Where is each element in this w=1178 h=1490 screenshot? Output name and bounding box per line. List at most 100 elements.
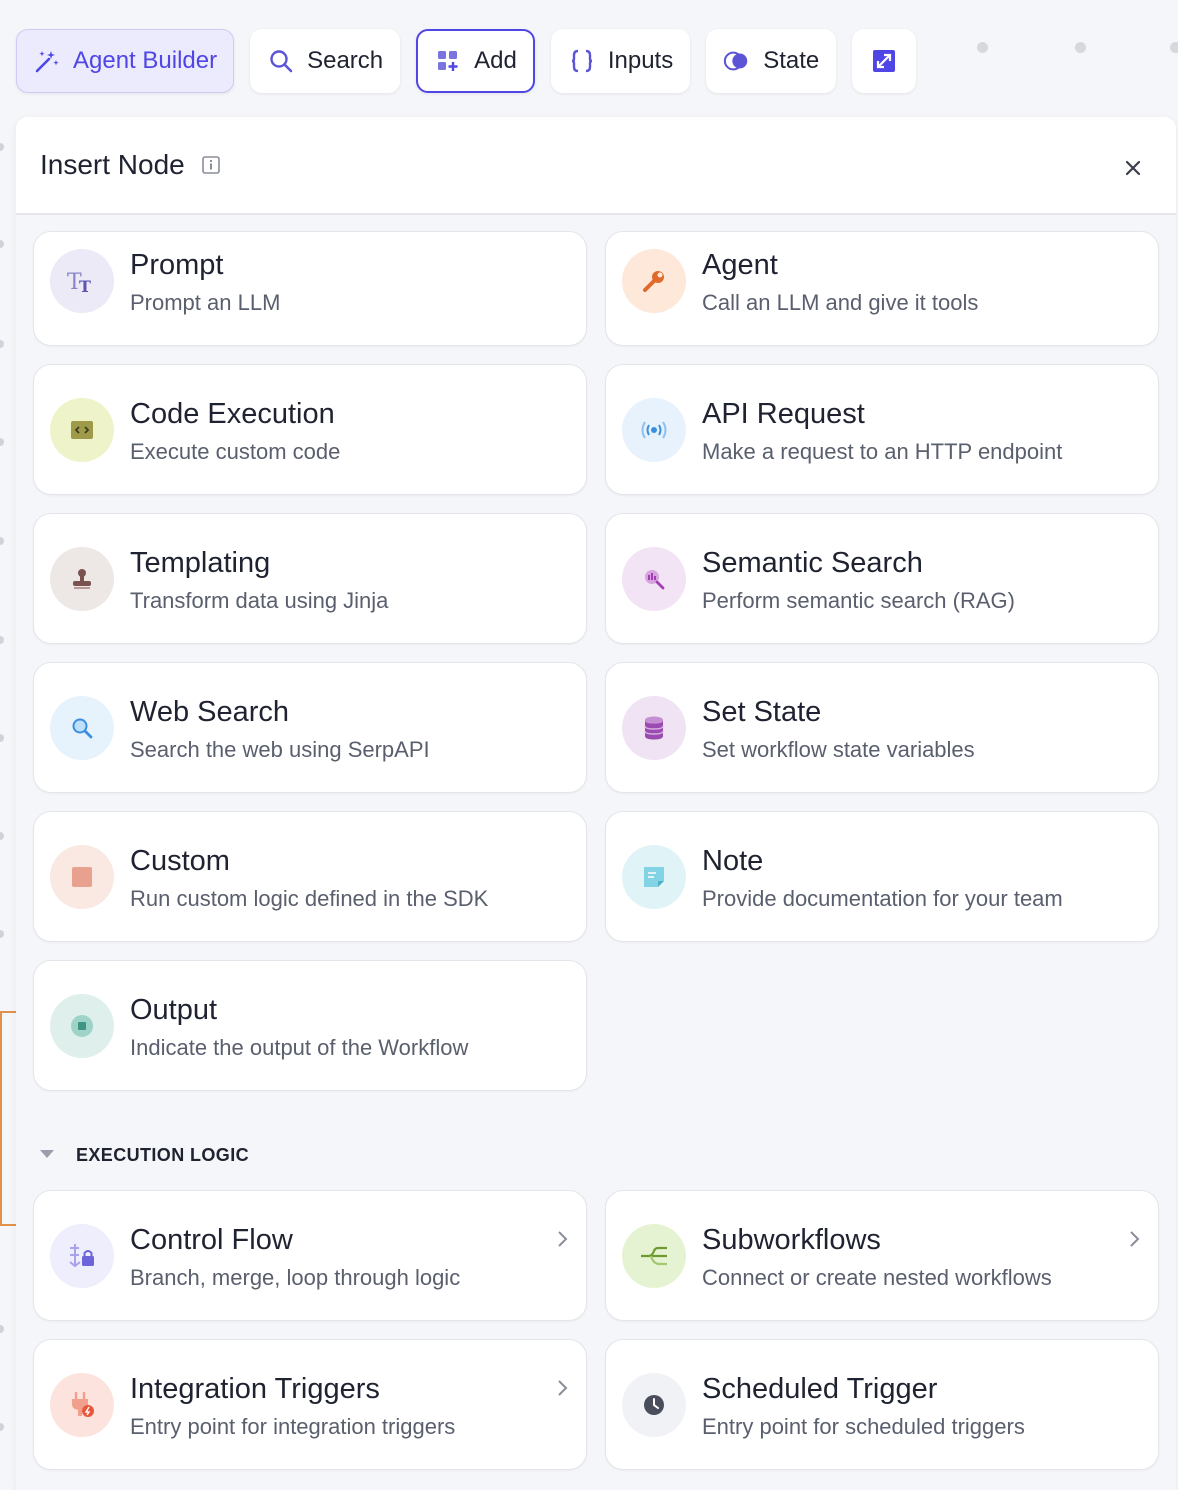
node-name: API Request — [702, 398, 865, 430]
svg-text:T: T — [79, 277, 91, 295]
panel-header: Insert Node — [16, 117, 1176, 215]
canvas-dot — [0, 734, 4, 742]
node-card-note[interactable]: Note Provide documentation for your team — [605, 811, 1159, 942]
canvas-dot — [0, 636, 4, 644]
canvas-dot — [0, 340, 4, 348]
plug-icon — [50, 1373, 114, 1437]
node-card-integration-triggers[interactable]: Integration Triggers Entry point for int… — [33, 1339, 587, 1470]
close-icon[interactable] — [1120, 155, 1146, 181]
node-card-custom[interactable]: Custom Run custom logic defined in the S… — [33, 811, 587, 942]
inputs-label: Inputs — [607, 47, 674, 74]
node-card-api-request[interactable]: API Request Make a request to an HTTP en… — [605, 364, 1159, 495]
node-card-prompt[interactable]: TT Prompt Prompt an LLM — [33, 231, 587, 346]
add-button[interactable]: Add — [416, 29, 535, 93]
node-card-semantic-search[interactable]: Semantic Search Perform semantic search … — [605, 513, 1159, 644]
canvas-dot — [0, 930, 4, 938]
node-card-agent[interactable]: Agent Call an LLM and give it tools — [605, 231, 1159, 346]
wand-sparkle-icon — [33, 47, 61, 75]
canvas-dot — [0, 438, 4, 446]
info-icon[interactable] — [201, 155, 221, 175]
sticky-note-icon — [622, 845, 686, 909]
add-grid-icon — [434, 47, 462, 75]
node-card-code-execution[interactable]: Code Execution Execute custom code — [33, 364, 587, 495]
state-toggle-icon — [723, 47, 751, 75]
node-name: Custom — [130, 845, 230, 877]
node-description: Make a request to an HTTP endpoint — [702, 439, 1063, 464]
agent-builder-label: Agent Builder — [73, 47, 218, 74]
node-card-web-search[interactable]: Web Search Search the web using SerpAPI — [33, 662, 587, 793]
square-icon — [50, 845, 114, 909]
caret-down-icon — [38, 1147, 56, 1165]
node-description: Set workflow state variables — [702, 737, 975, 762]
canvas-dot — [1075, 42, 1086, 53]
branch-lock-icon — [50, 1224, 114, 1288]
agent-builder-button[interactable]: Agent Builder — [16, 29, 235, 93]
node-name: Scheduled Trigger — [702, 1373, 938, 1405]
node-description: Entry point for integration triggers — [130, 1414, 456, 1439]
node-name: Semantic Search — [702, 547, 923, 579]
node-description: Entry point for scheduled triggers — [702, 1414, 1025, 1439]
code-icon — [50, 398, 114, 462]
search-button[interactable]: Search — [250, 29, 401, 93]
search-chart-icon — [622, 547, 686, 611]
canvas-dot — [977, 42, 988, 53]
node-name: Templating — [130, 547, 271, 579]
node-card-set-state[interactable]: Set State Set workflow state variables — [605, 662, 1159, 793]
inputs-button[interactable]: Inputs — [550, 29, 691, 93]
braces-icon — [568, 47, 596, 75]
expand-button[interactable] — [852, 29, 917, 93]
node-name: Subworkflows — [702, 1224, 881, 1256]
section-title: EXECUTION LOGIC — [76, 1145, 250, 1165]
canvas-dot — [0, 1325, 4, 1333]
execution-logic-section-toggle[interactable]: EXECUTION LOGIC — [38, 1145, 249, 1166]
search-icon — [267, 47, 295, 75]
database-icon — [622, 696, 686, 760]
insert-node-panel: Insert Node TT Prompt Prompt an LLM Agen… — [16, 117, 1176, 1490]
node-card-control-flow[interactable]: Control Flow Branch, merge, loop through… — [33, 1190, 587, 1321]
toolbar: Agent Builder Search Add Inputs State — [16, 29, 917, 93]
canvas-edge — [0, 1012, 2, 1226]
stamp-icon — [50, 547, 114, 611]
node-description: Prompt an LLM — [130, 290, 281, 315]
node-name: Prompt — [130, 249, 224, 281]
wrench-icon — [622, 249, 686, 313]
node-name: Set State — [702, 696, 822, 728]
node-description: Call an LLM and give it tools — [702, 290, 979, 315]
execution-logic-grid: Control Flow Branch, merge, loop through… — [33, 1190, 1159, 1470]
node-grid: TT Prompt Prompt an LLM Agent Call an LL… — [33, 231, 1159, 1091]
node-description: Execute custom code — [130, 439, 341, 464]
chevron-right-icon — [558, 1380, 568, 1396]
chevron-right-icon — [1130, 1231, 1140, 1247]
text-format-icon: TT — [50, 249, 114, 313]
subflow-icon — [622, 1224, 686, 1288]
stop-circle-icon — [50, 994, 114, 1058]
broadcast-icon — [622, 398, 686, 462]
node-card-subworkflows[interactable]: Subworkflows Connect or create nested wo… — [605, 1190, 1159, 1321]
node-description: Connect or create nested workflows — [702, 1265, 1052, 1290]
canvas-dot — [0, 240, 4, 248]
search-label: Search — [307, 47, 384, 74]
canvas-dot — [0, 832, 4, 840]
clock-icon — [622, 1373, 686, 1437]
node-card-output[interactable]: Output Indicate the output of the Workfl… — [33, 960, 587, 1091]
node-name: Agent — [702, 249, 778, 281]
node-description: Run custom logic defined in the SDK — [130, 886, 489, 911]
node-description: Provide documentation for your team — [702, 886, 1063, 911]
node-card-templating[interactable]: Templating Transform data using Jinja — [33, 513, 587, 644]
node-description: Branch, merge, loop through logic — [130, 1265, 461, 1290]
chevron-right-icon — [558, 1231, 568, 1247]
node-name: Integration Triggers — [130, 1373, 380, 1405]
magnifier-icon — [50, 696, 114, 760]
node-name: Output — [130, 994, 218, 1026]
node-description: Perform semantic search (RAG) — [702, 588, 1015, 613]
state-button[interactable]: State — [706, 29, 837, 93]
canvas-dot — [0, 1423, 4, 1431]
node-description: Transform data using Jinja — [130, 588, 389, 613]
canvas-dot — [0, 143, 4, 151]
node-name: Code Execution — [130, 398, 335, 430]
state-label: State — [763, 47, 820, 74]
node-name: Web Search — [130, 696, 290, 728]
node-name: Control Flow — [130, 1224, 293, 1256]
canvas-dot — [1170, 42, 1178, 53]
node-card-scheduled-trigger[interactable]: Scheduled Trigger Entry point for schedu… — [605, 1339, 1159, 1470]
